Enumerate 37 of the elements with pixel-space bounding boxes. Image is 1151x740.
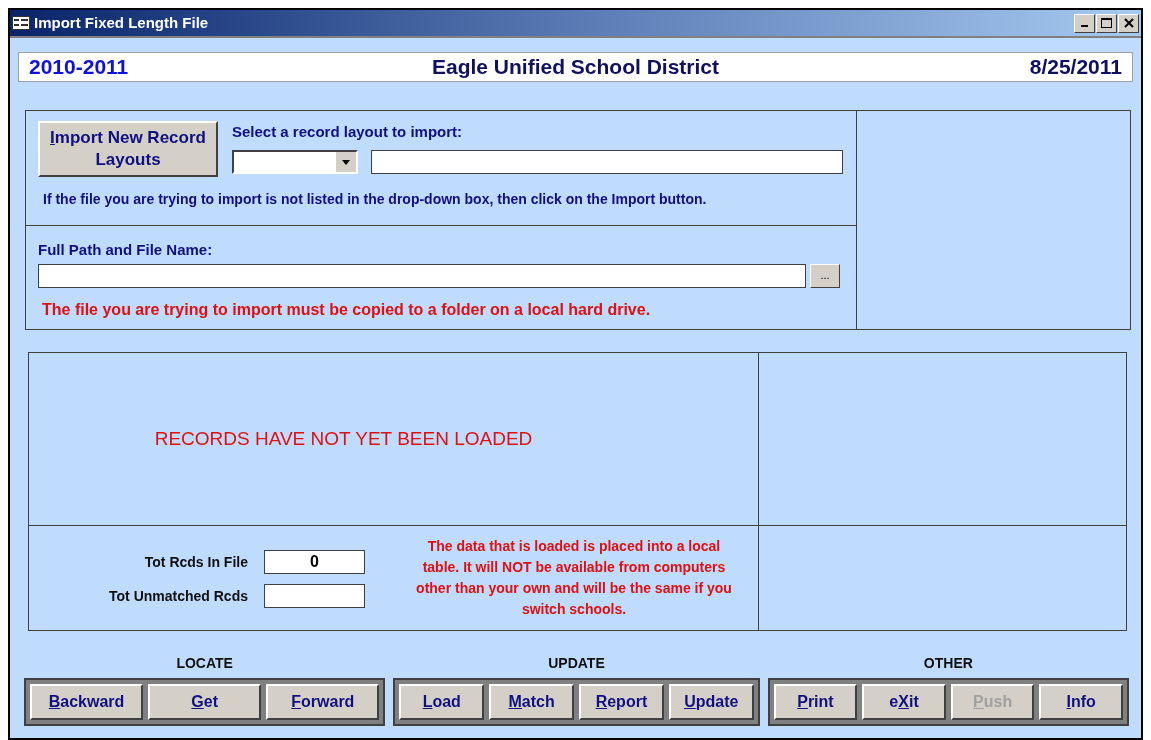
browse-button[interactable]: ... — [810, 263, 840, 288]
command-button[interactable]: Update — [668, 684, 754, 720]
select-label: Select a record layout to import: — [232, 122, 464, 142]
close-icon — [1123, 18, 1134, 28]
command-button[interactable]: Report — [579, 684, 664, 720]
school-year: 2010-2011 — [29, 54, 130, 81]
command-button[interactable]: Info — [1039, 684, 1124, 720]
total-label: Tot Unmatched Rcds — [109, 586, 248, 606]
load-status: RECORDS HAVE NOT YET BEEN LOADED — [154, 426, 533, 451]
command-button[interactable]: eXit — [862, 684, 946, 720]
data-note: The data that is loaded is placed into a local table. It will NOT be available from computers other than your own and will be the same if you switch schools. — [415, 537, 733, 619]
total-label: Tot Rcds In File — [144, 552, 248, 572]
minimize-button[interactable] — [1074, 13, 1095, 33]
group-title: UPDATE — [548, 654, 605, 673]
district-name: Eagle Unified School District — [430, 54, 721, 81]
layout-description-field[interactable] — [371, 149, 843, 174]
window-title: Import Fixed Length File — [34, 12, 209, 33]
group-title: OTHER — [923, 654, 973, 673]
total-field: 0 — [264, 550, 365, 574]
current-date: 8/25/2011 — [1028, 54, 1122, 81]
layout-dropdown[interactable] — [232, 149, 358, 174]
form-icon — [12, 16, 30, 30]
command-button[interactable]: Match — [489, 684, 574, 720]
import-hint: If the file you are trying to import is not listed in the drop-down box, then click on the Import button. — [43, 190, 708, 209]
command-button[interactable]: Backward — [30, 684, 144, 720]
file-path-field[interactable] — [38, 263, 806, 288]
command-button[interactable]: Get — [148, 684, 262, 720]
group-title: LOCATE — [176, 654, 233, 673]
command-button[interactable]: Print — [773, 684, 858, 720]
close-button[interactable] — [1118, 13, 1139, 33]
import-layouts-button[interactable]: Import New Record Layouts — [38, 121, 218, 177]
maximize-button[interactable] — [1096, 13, 1117, 33]
command-button[interactable]: Load — [399, 684, 485, 720]
path-label: Full Path and File Name: — [38, 240, 214, 260]
command-button[interactable]: Forward — [266, 684, 380, 720]
path-warning: The file you are trying to import must be copied to a folder on a local hard drive. — [42, 299, 652, 320]
maximize-icon — [1101, 18, 1112, 28]
